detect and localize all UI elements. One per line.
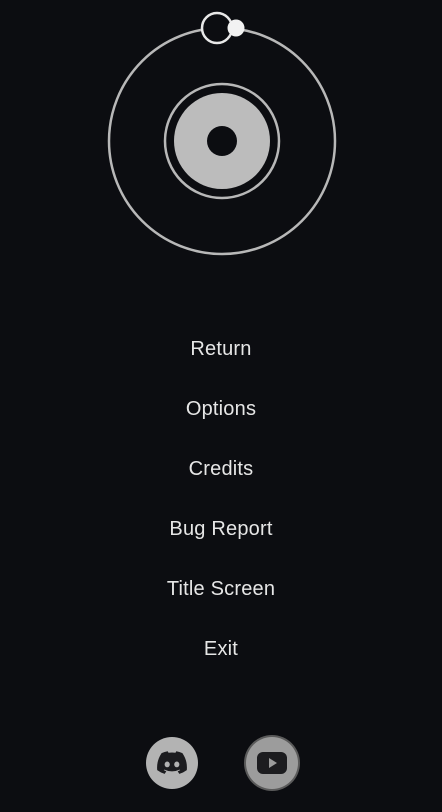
menu-row-return: Return	[0, 319, 442, 379]
discord-icon	[157, 751, 187, 774]
menu-row-title-screen: Title Screen	[0, 559, 442, 619]
orbiting-moon	[227, 19, 245, 37]
exit-button[interactable]: Exit	[196, 634, 246, 665]
youtube-button[interactable]	[246, 737, 298, 789]
core-center-hole	[207, 126, 237, 156]
pause-menu: Return Options Credits Bug Report Title …	[0, 319, 442, 679]
game-logo-emblem	[107, 11, 337, 256]
options-button[interactable]: Options	[178, 394, 264, 425]
menu-row-bug-report: Bug Report	[0, 499, 442, 559]
menu-row-credits: Credits	[0, 439, 442, 499]
return-button[interactable]: Return	[182, 334, 259, 365]
discord-button[interactable]	[146, 737, 198, 789]
credits-button[interactable]: Credits	[181, 454, 262, 485]
menu-row-options: Options	[0, 379, 442, 439]
menu-row-exit: Exit	[0, 619, 442, 679]
bug-report-button[interactable]: Bug Report	[161, 514, 280, 545]
youtube-icon	[257, 752, 287, 774]
title-screen-button[interactable]: Title Screen	[159, 574, 283, 605]
